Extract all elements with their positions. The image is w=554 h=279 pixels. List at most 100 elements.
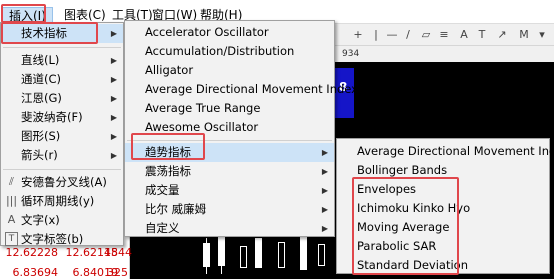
menu-item-label: Moving Average	[357, 220, 450, 234]
menu-item-label: Alligator	[145, 63, 194, 77]
submenu-arrow-icon: ▶	[110, 132, 117, 141]
menu-item-label: 比尔 威廉姆	[145, 202, 207, 216]
menu-item-lines[interactable]: 直线(L) ▶	[1, 51, 123, 70]
menu-item-text[interactable]: A 文字(x)	[1, 211, 123, 230]
submenu-arrow-icon: ▶	[321, 148, 328, 157]
menu-item-label: Ichimoku Kinko Hyo	[357, 201, 471, 215]
candle	[278, 242, 285, 268]
submenu-arrow-icon: ▶	[110, 56, 117, 65]
menu-item-volumes[interactable]: 成交量 ▶	[125, 181, 334, 200]
menu-item-moving-average[interactable]: Moving Average	[337, 218, 549, 237]
menu-item-label: 安德鲁分叉线(A)	[21, 175, 107, 189]
menu-item-shapes[interactable]: 图形(S) ▶	[1, 127, 123, 146]
menu-item-channels[interactable]: 通道(C) ▶	[1, 70, 123, 89]
menu-item-parabolic-sar[interactable]: Parabolic SAR	[337, 237, 549, 256]
menu-item-label: Accumulation/Distribution	[145, 44, 295, 58]
menu-item-label: 箭头(r)	[21, 148, 58, 162]
menu-item-average-true-range[interactable]: Average True Range	[125, 99, 334, 118]
label-tool-icon[interactable]: T	[474, 27, 490, 43]
crosshair-icon[interactable]: +	[350, 27, 366, 43]
menu-item-label: 图形(S)	[21, 129, 61, 143]
submenu-arrow-icon: ▶	[110, 113, 117, 122]
trendline-icon[interactable]: /	[400, 27, 416, 43]
menu-item-ichimoku[interactable]: Ichimoku Kinko Hyo	[337, 199, 549, 218]
menu-item-label: Average Directional Movement Index	[357, 144, 554, 158]
candle	[318, 244, 325, 266]
submenu-arrow-icon: ▶	[110, 75, 117, 84]
text-label-icon: T	[5, 232, 18, 246]
fibonacci-icon[interactable]: ≡	[436, 27, 452, 43]
submenu-arrow-icon: ▶	[321, 167, 328, 176]
menu-item-label: 循环周期线(y)	[21, 194, 95, 208]
menu-item-label: 自定义	[145, 221, 180, 235]
menu-item-alligator[interactable]: Alligator	[125, 61, 334, 80]
menu-chart[interactable]: 图表(C)	[58, 7, 112, 23]
candle	[255, 238, 262, 268]
menu-item-label: Accelerator Oscillator	[145, 25, 269, 39]
more-icon[interactable]: ▾	[534, 27, 550, 43]
cycle-lines-icon: |||	[5, 194, 18, 207]
menu-item-text-label[interactable]: T 文字标签(b)	[1, 230, 123, 249]
menu-item-label: Average Directional Movement Index	[145, 82, 358, 96]
horizontal-line-icon[interactable]: —	[384, 27, 400, 43]
trend-submenu: Average Directional Movement Index Bolli…	[336, 138, 554, 275]
menu-item-label: 斐波纳奇(F)	[21, 110, 83, 124]
candle	[300, 236, 307, 270]
indicators-submenu: Accelerator Oscillator Accumulation/Dist…	[124, 20, 358, 238]
menu-item-standard-deviation[interactable]: Standard Deviation	[337, 256, 549, 275]
menu-item-label: 成交量	[145, 183, 180, 197]
menu-item-label: Envelopes	[357, 182, 417, 196]
menu-item-gann[interactable]: 江恩(G) ▶	[1, 89, 123, 108]
submenu-arrow-icon: ▶	[321, 224, 328, 233]
menu-separator	[3, 169, 121, 170]
menu-separator	[127, 140, 332, 141]
submenu-arrow-icon: ▶	[110, 94, 117, 103]
period-icon[interactable]: M	[516, 27, 532, 43]
menu-item-label: Standard Deviation	[357, 258, 468, 272]
submenu-arrow-icon: ▶	[321, 205, 328, 214]
menu-item-label: Average True Range	[145, 101, 261, 115]
menu-item-average-directional-movement-index[interactable]: Average Directional Movement Index	[125, 80, 358, 99]
menu-item-envelopes[interactable]: Envelopes	[337, 180, 549, 199]
menu-item-fibonacci[interactable]: 斐波纳奇(F) ▶	[1, 108, 123, 127]
candle	[240, 246, 247, 268]
menu-item-cycle-lines[interactable]: ||| 循环周期线(y)	[1, 192, 123, 211]
cell-bid: 6.83694	[12, 266, 59, 279]
text-tool-icon[interactable]: A	[456, 27, 472, 43]
menu-item-label: 江恩(G)	[21, 91, 62, 105]
menu-item-bill-williams[interactable]: 比尔 威廉姆 ▶	[125, 200, 334, 219]
table-row[interactable]: 6.83694 6.84019 325	[0, 264, 130, 279]
menu-item-custom[interactable]: 自定义 ▶	[125, 219, 334, 238]
menu-item-awesome-oscillator[interactable]: Awesome Oscillator	[125, 118, 334, 137]
menu-item-label: 技术指标	[21, 26, 67, 40]
arrow-tool-icon[interactable]: ↗	[494, 27, 510, 43]
menu-item-arrows[interactable]: 箭头(r) ▶	[1, 146, 123, 165]
menu-item-adx[interactable]: Average Directional Movement Index	[337, 142, 554, 161]
menu-item-accumulation-distribution[interactable]: Accumulation/Distribution	[125, 42, 334, 61]
menu-item-label: 文字(x)	[21, 213, 60, 227]
menu-item-label: 文字标签(b)	[21, 232, 84, 246]
channel-icon[interactable]: ▱	[418, 27, 434, 43]
menu-item-label: 震荡指标	[145, 164, 191, 178]
menu-item-andrews-pitchfork[interactable]: ⫽ 安德鲁分叉线(A)	[1, 173, 123, 192]
text-icon: A	[7, 213, 16, 226]
menu-item-label: 趋势指标	[145, 145, 191, 159]
menu-item-accelerator-oscillator[interactable]: Accelerator Oscillator	[125, 23, 334, 42]
menu-item-bollinger-bands[interactable]: Bollinger Bands	[337, 161, 549, 180]
menu-item-label: Awesome Oscillator	[145, 120, 259, 134]
menu-item-indicators[interactable]: 技术指标 ▶	[1, 24, 123, 43]
menu-separator	[3, 47, 121, 48]
menu-item-label: 通道(C)	[21, 72, 62, 86]
candle	[206, 238, 207, 274]
vertical-line-icon[interactable]: |	[368, 27, 384, 43]
menu-item-label: Parabolic SAR	[357, 239, 437, 253]
menu-item-trend[interactable]: 趋势指标 ▶	[125, 143, 334, 162]
menu-item-label: 直线(L)	[21, 53, 60, 67]
submenu-arrow-icon: ▶	[321, 186, 328, 195]
insert-menu: 技术指标 ▶ 直线(L) ▶ 通道(C) ▶ 江恩(G) ▶ 斐波纳奇(F) ▶…	[0, 22, 124, 246]
candle	[221, 232, 222, 274]
cell-spread: 325	[107, 266, 128, 279]
menu-insert[interactable]: 插入(I)	[2, 7, 53, 23]
menu-item-label: Bollinger Bands	[357, 163, 448, 177]
menu-item-oscillators[interactable]: 震荡指标 ▶	[125, 162, 334, 181]
